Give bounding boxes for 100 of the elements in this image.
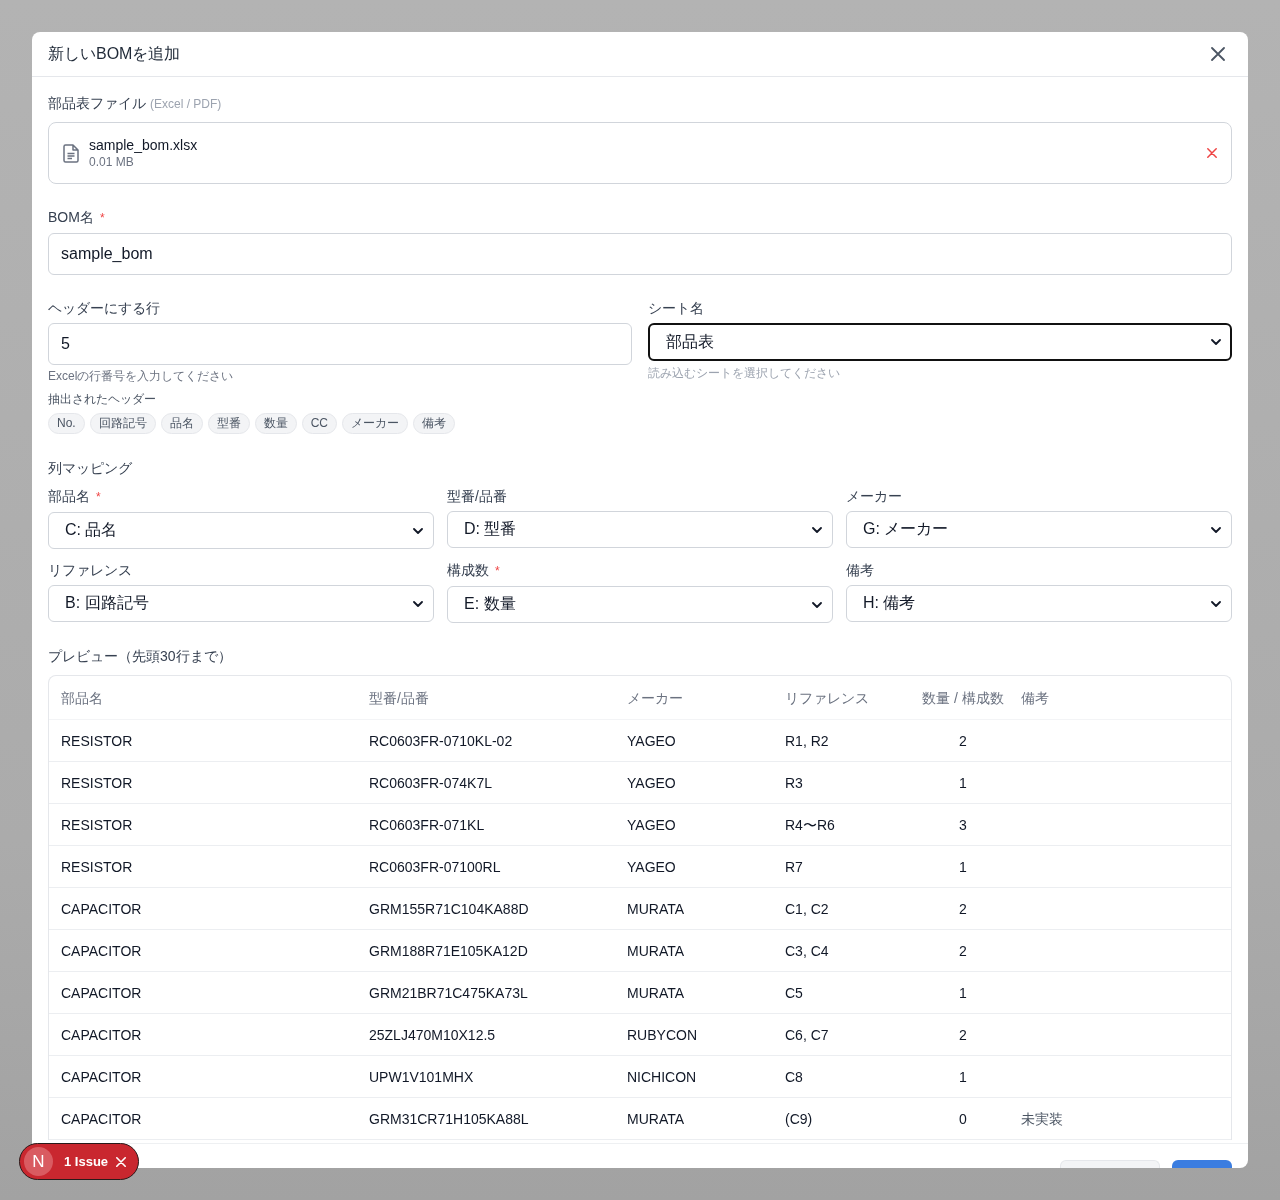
table-cell: CAPACITOR	[61, 1109, 142, 1128]
bom-name-input[interactable]: sample_bom	[48, 233, 1232, 275]
chevron-down-icon	[413, 600, 423, 607]
header-chip: 備考	[413, 413, 456, 434]
required-mark: *	[495, 563, 500, 580]
table-cell: CAPACITOR	[61, 1025, 142, 1044]
table-cell: MURATA	[627, 983, 685, 1002]
header-chip: 回路記号	[89, 413, 156, 434]
primary-button[interactable]	[1172, 1160, 1232, 1168]
chevron-down-icon	[812, 601, 822, 608]
header-chip: 数量	[254, 413, 297, 434]
column-select[interactable]: B: 回路記号	[48, 585, 434, 622]
chevron-down-icon	[1211, 526, 1221, 533]
table-cell: YAGEO	[627, 773, 676, 792]
table-cell: 1	[959, 1067, 967, 1086]
field-label: シート名	[648, 299, 704, 318]
column-select[interactable]: C: 品名	[48, 512, 434, 549]
table-cell: C8	[785, 1067, 803, 1086]
table-cell: RC0603FR-071KL	[369, 815, 485, 834]
table-cell: RC0603FR-0710KL-02	[369, 731, 513, 750]
table-cell: GRM21BR71C475KA73L	[369, 983, 528, 1002]
field-label: ヘッダーにする行	[48, 299, 160, 318]
table-cell: NICHICON	[627, 1067, 697, 1086]
column-header: 数量 / 構成数	[922, 688, 1004, 707]
column-select[interactable]: D: 型番	[447, 511, 833, 548]
table-cell: C3, C4	[785, 941, 829, 960]
table-cell: 0	[959, 1109, 967, 1128]
table-cell: R3	[785, 773, 803, 792]
table-cell: R1, R2	[785, 731, 829, 750]
file-type-hint: (Excel / PDF)	[150, 96, 222, 113]
table-cell: R4〜R6	[785, 815, 835, 834]
table-cell: RUBYCON	[627, 1025, 697, 1044]
table-cell: 2	[959, 899, 967, 918]
help-text: 読み込むシートを選択してください	[648, 365, 840, 381]
field-label: リファレンス	[48, 561, 132, 580]
table-cell: GRM31CR71H105KA88L	[369, 1109, 529, 1128]
column-header: 部品名	[61, 688, 103, 707]
table-cell: 1	[959, 773, 967, 792]
issue-count: 1 Issue	[64, 1153, 109, 1170]
field-label: 備考	[846, 561, 874, 580]
table-cell: CAPACITOR	[61, 941, 142, 960]
section-title: 列マッピング	[48, 459, 132, 478]
help-text: Excelの行番号を入力してください	[48, 368, 234, 384]
close-icon[interactable]	[116, 1156, 126, 1167]
table-cell: C1, C2	[785, 899, 829, 918]
field-label: メーカー	[846, 487, 902, 506]
header-row-input[interactable]: 5	[48, 323, 632, 365]
column-select[interactable]: G: メーカー	[846, 511, 1232, 548]
sheet-select[interactable]: 部品表	[648, 323, 1232, 361]
table-cell: C6, C7	[785, 1025, 829, 1044]
header-chip: CC	[301, 413, 338, 434]
required-mark: *	[96, 489, 101, 506]
chevron-down-icon	[812, 526, 822, 533]
table-cell: GRM188R71E105KA12D	[369, 941, 528, 960]
table-cell: MURATA	[627, 899, 685, 918]
column-header: 備考	[1021, 688, 1049, 707]
chevron-down-icon	[413, 527, 423, 534]
remove-file-button[interactable]	[1206, 147, 1218, 159]
table-cell: 2	[959, 1025, 967, 1044]
table-cell: 2	[959, 941, 967, 960]
table-cell: RESISTOR	[61, 773, 133, 792]
column-header: メーカー	[627, 688, 683, 707]
table-cell: RC0603FR-074K7L	[369, 773, 492, 792]
column-header: リファレンス	[785, 688, 869, 707]
table-cell: 未実装	[1021, 1109, 1063, 1128]
table-cell: MURATA	[627, 1109, 685, 1128]
column-select[interactable]: H: 備考	[846, 585, 1232, 622]
table-cell: 3	[959, 815, 967, 834]
document-icon	[63, 143, 79, 163]
issue-badge[interactable]: N 1 Issue	[19, 1143, 139, 1180]
chevron-down-icon	[1211, 600, 1221, 607]
logo-mark: N	[24, 1147, 53, 1176]
file-name: sample_bom.xlsx	[89, 136, 198, 154]
column-header: 型番/品番	[369, 688, 429, 707]
file-size: 0.01 MB	[89, 154, 134, 170]
table-cell: CAPACITOR	[61, 899, 142, 918]
field-label: 部品名	[48, 487, 90, 506]
table-cell: R7	[785, 857, 803, 876]
field-label: BOM名	[48, 208, 94, 227]
required-mark: *	[99, 210, 105, 227]
column-select[interactable]: E: 数量	[447, 586, 833, 623]
header-chip: 品名	[160, 413, 203, 434]
table-cell: 2	[959, 731, 967, 750]
table-cell: GRM155R71C104KA88D	[369, 899, 529, 918]
table-cell: YAGEO	[627, 815, 676, 834]
chevron-down-icon	[1211, 339, 1221, 345]
table-cell: 25ZLJ470M10X12.5	[369, 1025, 496, 1044]
close-icon	[1207, 148, 1217, 158]
table-cell: C5	[785, 983, 803, 1002]
field-label: 構成数	[447, 561, 489, 580]
header-chip: メーカー	[342, 413, 409, 434]
header-chip: No.	[48, 413, 85, 434]
field-label: 部品表ファイル	[48, 94, 146, 113]
table-cell: CAPACITOR	[61, 1067, 142, 1086]
field-label: 型番/品番	[447, 487, 507, 506]
extracted-headers-label: 抽出されたヘッダー	[48, 391, 156, 407]
table-cell: (C9)	[785, 1109, 813, 1128]
close-button[interactable]	[1208, 44, 1228, 64]
table-cell: 1	[959, 983, 967, 1002]
table-cell: 1	[959, 857, 967, 876]
